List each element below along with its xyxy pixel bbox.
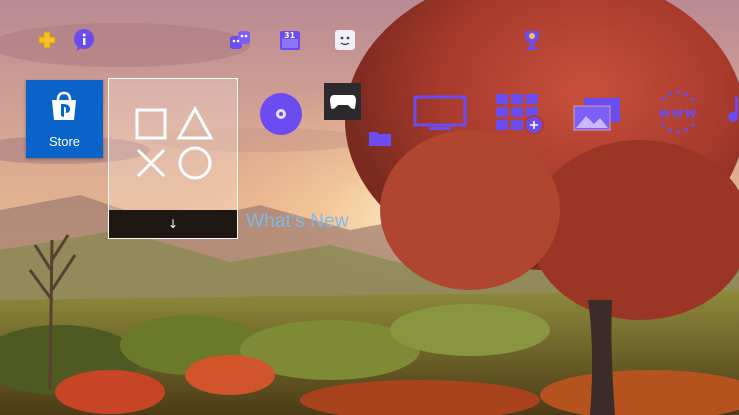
circle-symbol bbox=[178, 146, 212, 180]
trophies-icon[interactable] bbox=[520, 28, 544, 52]
cross-symbol bbox=[136, 148, 166, 178]
events-calendar-icon[interactable]: 31 bbox=[278, 28, 302, 52]
library-icon[interactable] bbox=[494, 92, 546, 136]
store-label: Store bbox=[48, 134, 81, 149]
internet-browser-icon[interactable]: www bbox=[648, 88, 708, 138]
music-icon[interactable] bbox=[727, 95, 739, 125]
avatar-glyph bbox=[335, 30, 355, 50]
disc-glyph bbox=[260, 93, 302, 135]
controller-glyph bbox=[329, 94, 356, 109]
svg-text:www: www bbox=[658, 106, 697, 121]
friends-icon[interactable] bbox=[228, 28, 252, 52]
www-glyph: www bbox=[658, 90, 697, 134]
friends-glyph bbox=[230, 31, 250, 49]
disc-icon[interactable] bbox=[258, 91, 304, 137]
store-tile[interactable]: Store bbox=[26, 80, 103, 158]
whats-new-tile[interactable]: ↓ bbox=[108, 78, 238, 239]
folder-icon[interactable] bbox=[368, 128, 392, 148]
gallery-glyph bbox=[573, 98, 620, 131]
music-glyph bbox=[728, 97, 738, 122]
expand-bar[interactable]: ↓ bbox=[109, 210, 237, 238]
tv-video-icon[interactable] bbox=[413, 95, 467, 133]
folder-glyph bbox=[369, 132, 391, 146]
selected-item-caption: What's New bbox=[246, 211, 349, 232]
playstation-shapes-icon bbox=[135, 105, 214, 180]
tv-glyph bbox=[413, 95, 467, 130]
trophy-glyph bbox=[525, 31, 539, 50]
capture-gallery-icon[interactable] bbox=[570, 96, 624, 134]
playstation-plus-icon[interactable] bbox=[35, 28, 59, 52]
notifications-icon[interactable] bbox=[72, 28, 96, 52]
gamepad-icon[interactable] bbox=[324, 83, 361, 120]
plus-glyph bbox=[38, 31, 56, 49]
down-arrow-icon: ↓ bbox=[167, 217, 179, 231]
triangle-symbol bbox=[176, 105, 214, 140]
calendar-day: 31 bbox=[284, 31, 296, 40]
library-glyph bbox=[496, 94, 544, 135]
playstation-bag-icon bbox=[52, 91, 76, 120]
square-symbol bbox=[135, 108, 167, 140]
info-bubble-glyph bbox=[74, 29, 94, 51]
profile-icon[interactable] bbox=[333, 28, 357, 52]
